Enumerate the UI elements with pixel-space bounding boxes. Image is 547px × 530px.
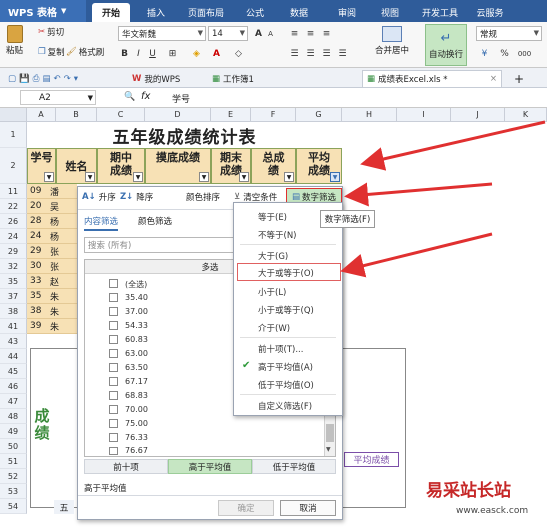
- arrow-to-filter-button: [360, 120, 546, 171]
- annotation-arrows: [340, 120, 546, 278]
- watermark-text: 易采站长站: [426, 481, 511, 501]
- arrow-to-number-filter: [344, 182, 493, 207]
- watermark-url: www.easck.com: [456, 506, 529, 516]
- arrow-to-greater-equal: [340, 232, 493, 278]
- watermark: 易采站长站 www.easck.com: [418, 470, 547, 530]
